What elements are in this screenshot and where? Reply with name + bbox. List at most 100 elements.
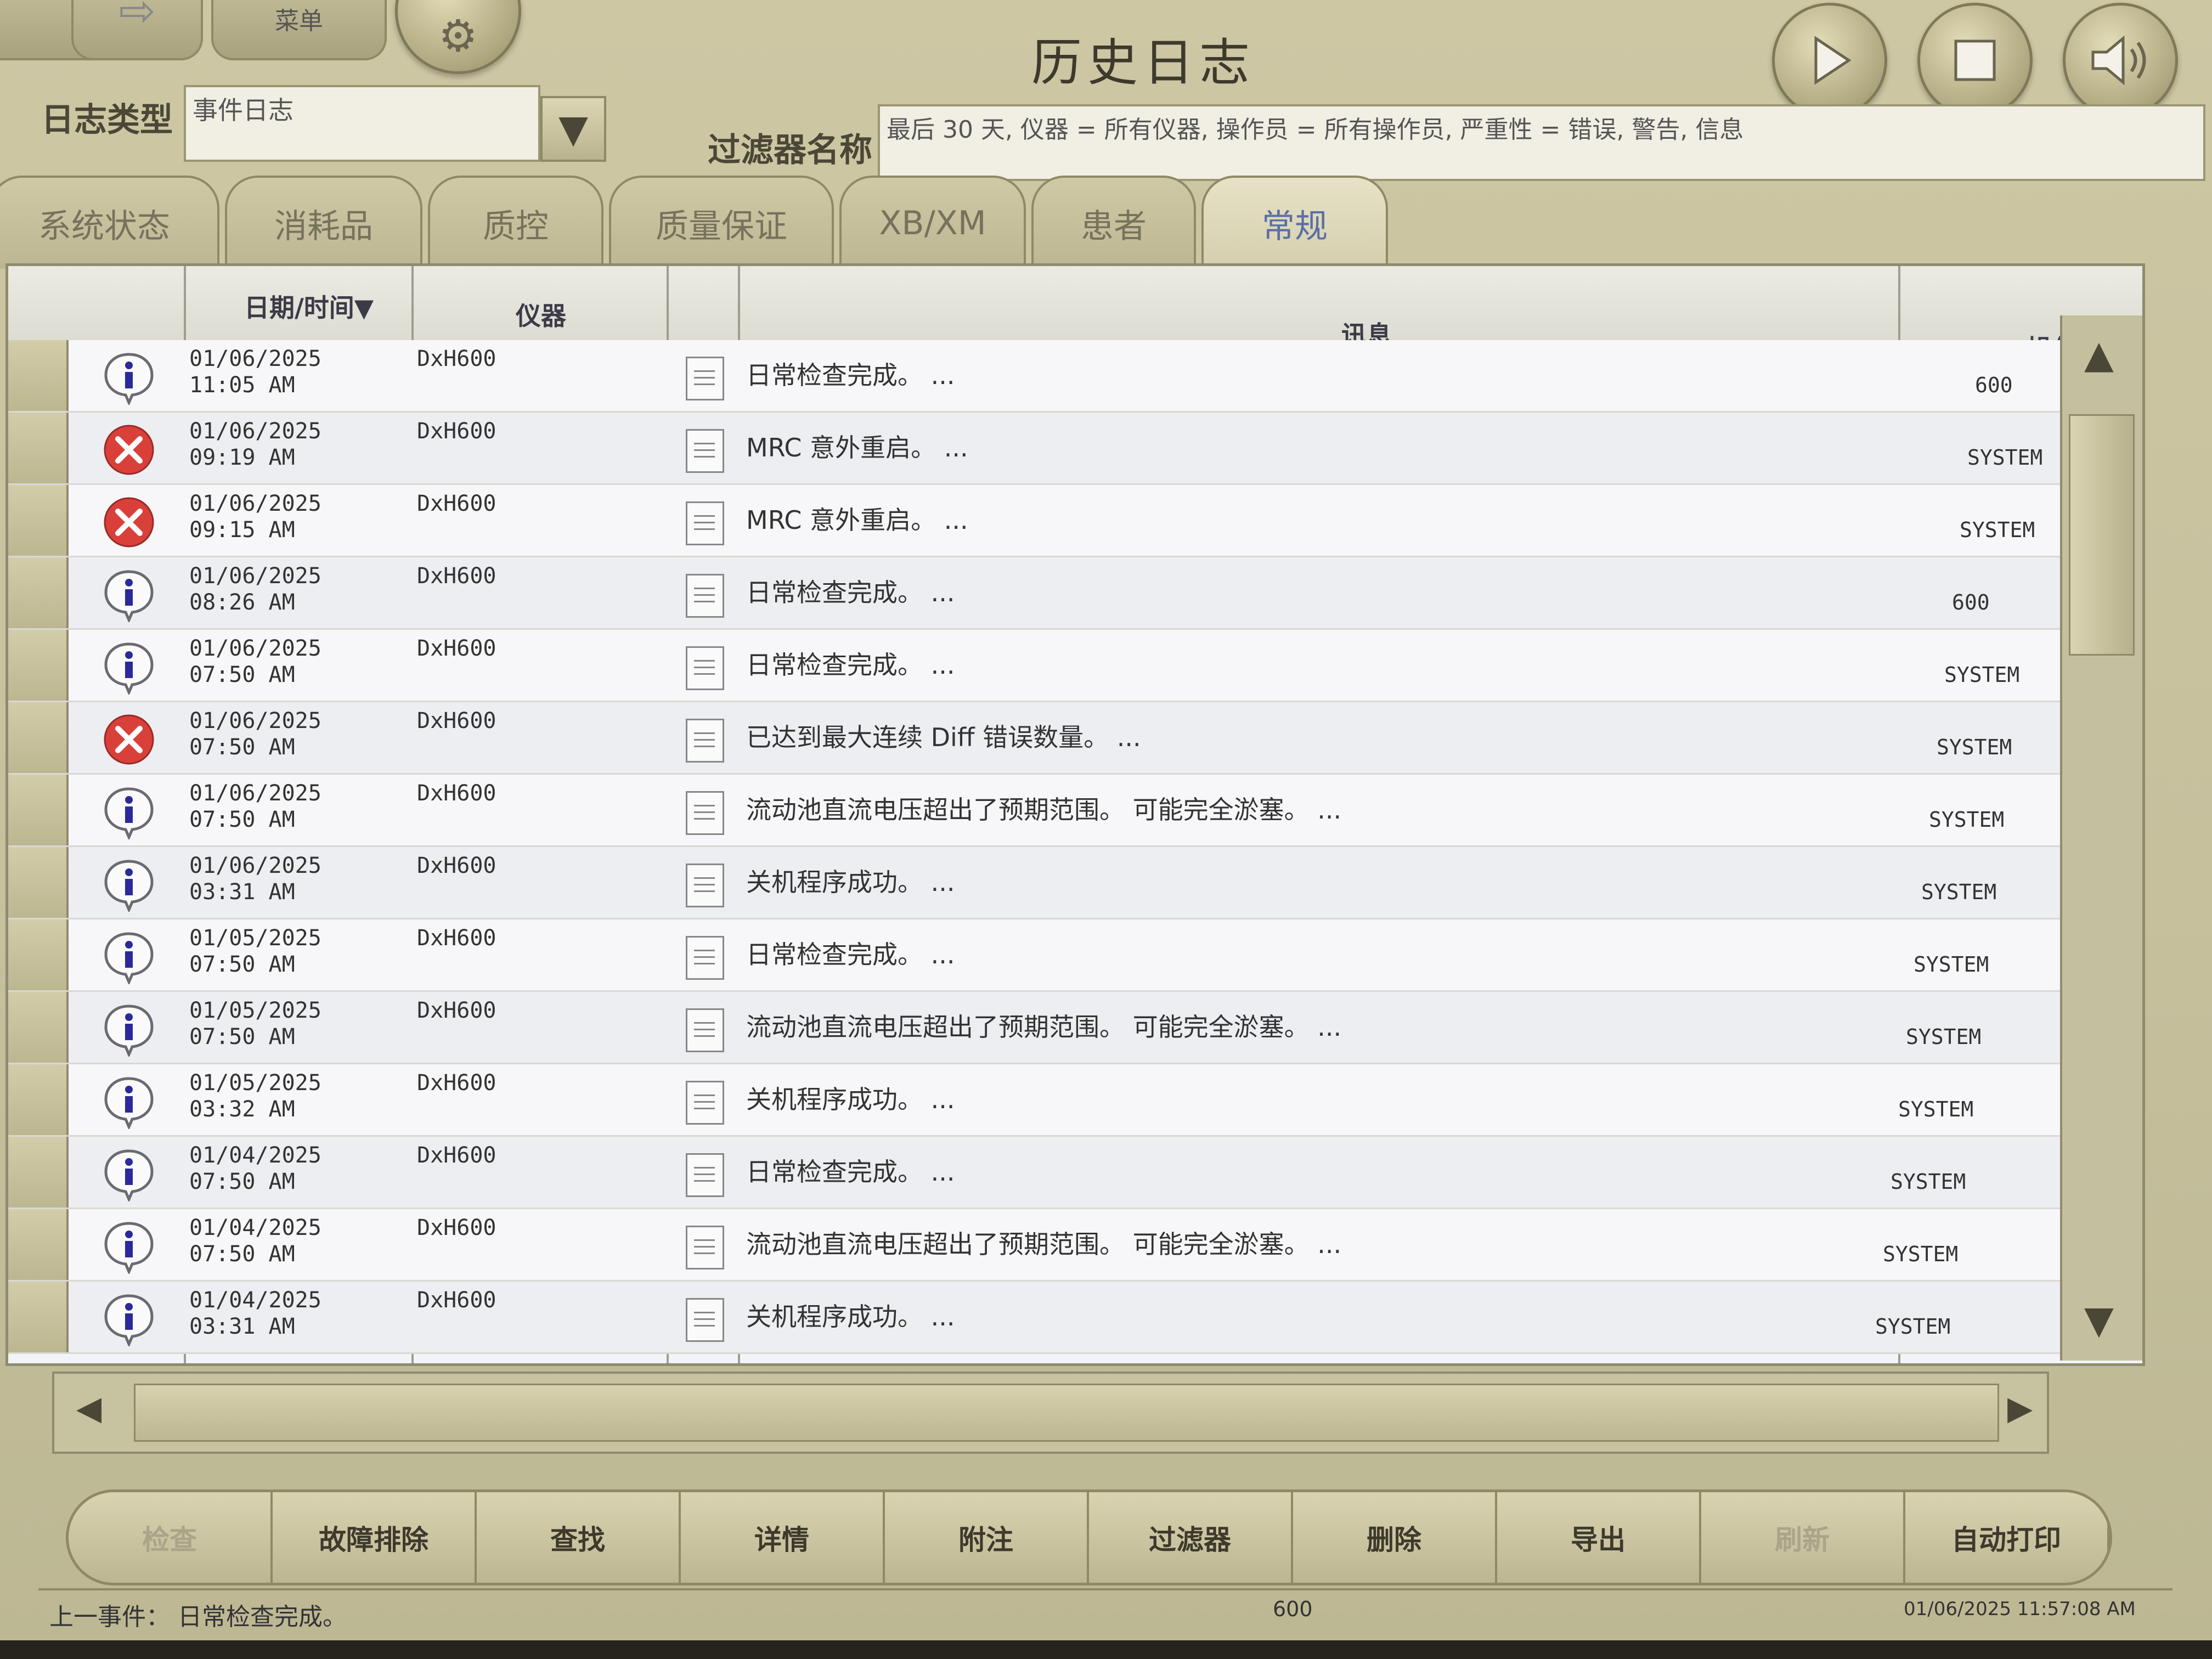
row-selector[interactable] — [8, 702, 69, 773]
table-row[interactable]: 01/06/2025 03:31 AM DxH600 关机程序成功。 ... SYSTE… — [8, 847, 2142, 919]
vertical-scrollbar[interactable]: ▲ ▼ — [2060, 315, 2142, 1361]
row-datetime: 01/06/2025 11:05 AM — [189, 346, 321, 398]
note-icon[interactable] — [686, 429, 724, 473]
table-row[interactable]: 01/04/2025 07:50 AM DxH600 日常检查完成。 ... SYSTE… — [8, 1137, 2142, 1209]
note-icon[interactable] — [686, 501, 724, 545]
row-selector[interactable] — [8, 557, 69, 628]
log-type-select[interactable]: 事件日志 — [184, 85, 540, 162]
row-operator: SYSTEM — [1914, 952, 1989, 977]
action-button-0[interactable]: 检查 — [69, 1492, 273, 1583]
table-row[interactable]: 01/06/2025 09:15 AM DxH600 MRC 意外重启。 ... SYS… — [8, 485, 2142, 557]
forward-button[interactable]: ⇨ — [71, 0, 203, 60]
stop-button[interactable] — [1917, 3, 2033, 118]
row-selector[interactable] — [8, 992, 69, 1063]
table-row[interactable]: 01/05/2025 07:50 AM DxH600 日常检查完成。 ... SYSTE… — [8, 919, 2142, 992]
menu-button-label: 菜单 — [275, 7, 323, 35]
row-message: 日常检查完成。 ... — [746, 650, 955, 680]
row-instrument: DxH600 — [417, 1070, 496, 1096]
table-row[interactable]: 01/05/2025 07:50 AM DxH600 流动池直流电压超出了预期范围。 … — [8, 992, 2142, 1064]
volume-button[interactable] — [2063, 3, 2178, 118]
scroll-up-icon[interactable]: ▲ — [2084, 332, 2114, 377]
action-button-2[interactable]: 查找 — [477, 1492, 681, 1583]
error-icon — [104, 714, 154, 765]
menu-button[interactable]: 菜单 — [211, 0, 387, 60]
info-icon — [104, 1149, 154, 1201]
horizontal-scrollbar[interactable]: ◀ ▶ — [52, 1372, 2049, 1454]
row-time: 07:50 AM — [189, 1242, 295, 1267]
note-icon[interactable] — [686, 1298, 724, 1342]
tab-xb-xm[interactable]: XB/XM — [839, 176, 1026, 269]
note-icon[interactable] — [686, 574, 724, 618]
table-row[interactable]: 01/06/2025 07:50 AM DxH600 已达到最大连续 Diff 错误数… — [8, 702, 2142, 775]
scroll-right-icon[interactable]: ▶ — [2007, 1389, 2033, 1427]
note-icon[interactable] — [686, 646, 724, 690]
tab-routine[interactable]: 常规 — [1201, 176, 1388, 269]
note-icon[interactable] — [686, 1226, 724, 1269]
tools-button[interactable]: ⚙ — [395, 0, 521, 74]
tab-quality-assurance[interactable]: 质量保证 — [609, 176, 834, 269]
table-row[interactable]: 01/06/2025 07:50 AM DxH600 日常检查完成。 ... SYSTE… — [8, 630, 2142, 702]
row-selector[interactable] — [8, 1209, 69, 1280]
scroll-down-icon[interactable]: ▼ — [2084, 1297, 2114, 1342]
error-icon — [104, 425, 154, 475]
column-header-instrument[interactable]: 仪器 — [516, 296, 566, 332]
row-message: 流动池直流电压超出了预期范围。 可能完全淤塞。 ... — [746, 1012, 1342, 1042]
action-button-5[interactable]: 过滤器 — [1089, 1492, 1293, 1583]
tab-consumables[interactable]: 消耗品 — [225, 176, 422, 269]
action-button-4[interactable]: 附注 — [885, 1492, 1089, 1583]
scroll-left-icon[interactable]: ◀ — [76, 1389, 101, 1427]
row-instrument: DxH600 — [417, 1215, 496, 1240]
table-row[interactable]: 01/06/2025 11:05 AM DxH600 日常检查完成。 ... 600 — [8, 340, 2142, 413]
row-selector[interactable] — [8, 485, 69, 556]
row-operator: 600 — [1952, 590, 1990, 614]
note-icon[interactable] — [686, 791, 724, 835]
action-button-9[interactable]: 自动打印 — [1905, 1492, 2109, 1583]
row-operator: SYSTEM — [1921, 880, 1997, 904]
row-selector[interactable] — [8, 413, 69, 483]
action-button-6[interactable]: 删除 — [1293, 1492, 1497, 1583]
row-operator: 600 — [1975, 373, 2013, 397]
note-icon[interactable] — [686, 357, 724, 400]
info-icon — [104, 860, 154, 912]
tab-label: 系统状态 — [38, 207, 170, 246]
table-row[interactable]: 01/04/2025 07:50 AM DxH600 流动池直流电压超出了预期范围。 … — [8, 1209, 2142, 1282]
row-selector[interactable] — [8, 1064, 69, 1135]
action-button-7[interactable]: 导出 — [1497, 1492, 1701, 1583]
note-icon[interactable] — [686, 719, 724, 763]
action-button-1[interactable]: 故障排除 — [273, 1492, 477, 1583]
row-message: 日常检查完成。 ... — [746, 360, 955, 390]
row-selector[interactable] — [8, 1137, 69, 1207]
horizontal-scroll-thumb[interactable] — [134, 1384, 1999, 1442]
row-selector[interactable] — [8, 340, 69, 411]
tab-qc[interactable]: 质控 — [428, 176, 603, 269]
note-icon[interactable] — [686, 1081, 724, 1125]
action-button-3[interactable]: 详情 — [681, 1492, 885, 1583]
tab-patient[interactable]: 患者 — [1031, 176, 1196, 269]
table-row[interactable]: 01/05/2025 03:32 AM DxH600 关机程序成功。 ... SYSTE… — [8, 1064, 2142, 1137]
row-message: 关机程序成功。 ... — [746, 1302, 955, 1331]
note-icon[interactable] — [686, 1153, 724, 1197]
row-selector[interactable] — [8, 630, 69, 701]
vertical-scroll-thumb[interactable] — [2069, 414, 2135, 656]
table-row[interactable]: 01/06/2025 07:50 AM DxH600 流动池直流电压超出了预期范围。 … — [8, 775, 2142, 847]
row-selector[interactable] — [8, 919, 69, 990]
table-row[interactable]: 01/06/2025 09:19 AM DxH600 MRC 意外重启。 ... SYS… — [8, 413, 2142, 485]
row-selector[interactable] — [8, 775, 69, 845]
action-button-8[interactable]: 刷新 — [1701, 1492, 1905, 1583]
row-instrument: DxH600 — [417, 346, 496, 371]
row-datetime: 01/05/2025 03:32 AM — [189, 1070, 321, 1122]
table-row[interactable]: 01/04/2025 03:31 AM DxH600 关机程序成功。 ... SYSTE… — [8, 1282, 2142, 1354]
log-type-dropdown-button[interactable]: ▼ — [540, 96, 606, 162]
row-message: 流动池直流电压超出了预期范围。 可能完全淤塞。 ... — [746, 795, 1342, 825]
row-datetime: 01/06/2025 09:15 AM — [189, 490, 321, 543]
tab-system-status[interactable]: 系统状态 — [0, 176, 219, 269]
table-row[interactable]: 01/06/2025 08:26 AM DxH600 日常检查完成。 ... 600 — [8, 557, 2142, 630]
column-header-datetime[interactable]: 日期/时间▼ — [244, 288, 374, 324]
row-instrument: DxH600 — [417, 708, 496, 733]
row-selector[interactable] — [8, 1282, 69, 1352]
note-icon[interactable] — [686, 1008, 724, 1052]
play-button[interactable] — [1772, 3, 1887, 118]
note-icon[interactable] — [686, 936, 724, 980]
note-icon[interactable] — [686, 864, 724, 907]
row-selector[interactable] — [8, 847, 69, 918]
